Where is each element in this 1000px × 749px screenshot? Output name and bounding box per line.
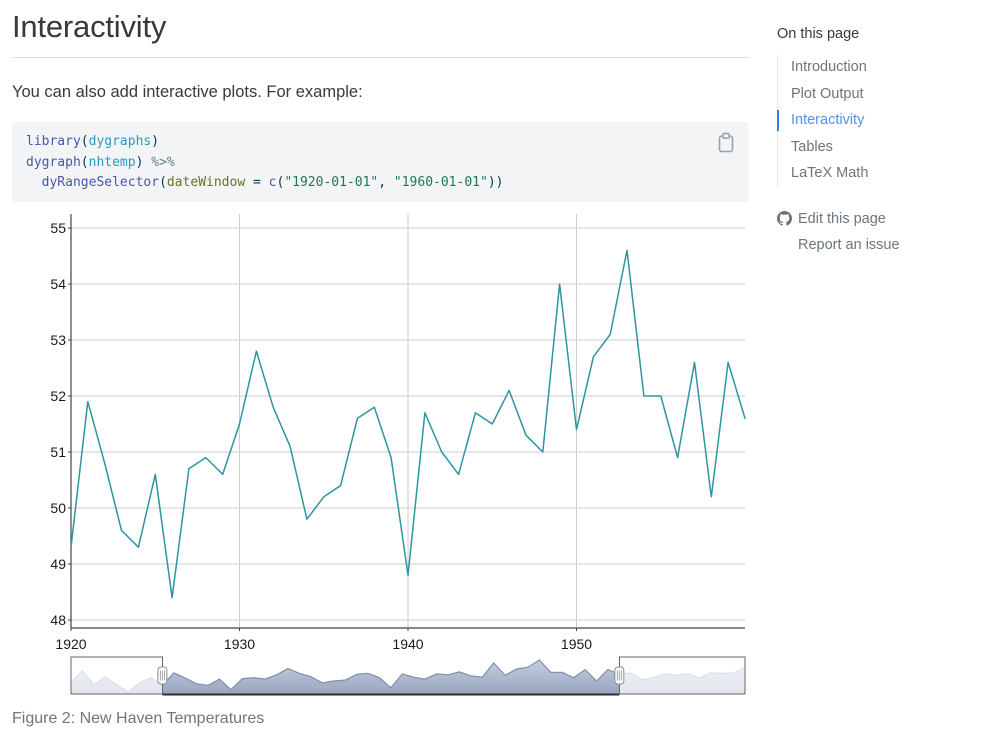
x-tick-label: 1940 bbox=[392, 636, 423, 652]
y-tick-label: 49 bbox=[50, 556, 66, 572]
title-divider bbox=[12, 57, 749, 58]
unselected-zone-right[interactable] bbox=[619, 657, 745, 694]
code-block: library(dygraphs)dygraph(nhtemp) %>% dyR… bbox=[12, 122, 749, 202]
y-tick-label: 51 bbox=[50, 444, 66, 460]
code-lines: library(dygraphs)dygraph(nhtemp) %>% dyR… bbox=[26, 132, 735, 194]
toc-item-introduction[interactable]: Introduction bbox=[791, 54, 992, 81]
toc-list: IntroductionPlot OutputInteractivityTabl… bbox=[777, 54, 992, 187]
unselected-zone-left[interactable] bbox=[71, 657, 162, 694]
toc-sidebar: On this page IntroductionPlot OutputInte… bbox=[777, 26, 992, 258]
x-tick-label: 1950 bbox=[561, 636, 592, 652]
report-an-issue-label: Report an issue bbox=[798, 232, 900, 258]
code-line: dyRangeSelector(dateWindow = c("1920-01-… bbox=[26, 173, 735, 194]
figure-caption: Figure 2: New Haven Temperatures bbox=[12, 710, 264, 728]
y-tick-label: 54 bbox=[50, 276, 66, 292]
line-chart-svg: 48 49 50 51 52 53 54 55 1920 1930 1940 1950 bbox=[0, 214, 760, 654]
intro-text: You can also add interactive plots. For … bbox=[12, 83, 363, 102]
y-tick-label: 53 bbox=[50, 332, 66, 348]
range-selector-svg bbox=[0, 653, 760, 701]
range-selector[interactable] bbox=[0, 653, 760, 701]
x-tick-label: 1930 bbox=[224, 636, 255, 652]
edit-this-page-link[interactable]: Edit this page bbox=[777, 206, 992, 232]
report-an-issue-link[interactable]: Report an issue bbox=[777, 232, 992, 258]
y-tick-label: 48 bbox=[50, 612, 66, 628]
y-tick-label: 55 bbox=[50, 220, 66, 236]
code-line: dygraph(nhtemp) %>% bbox=[26, 153, 735, 174]
clipboard-icon bbox=[716, 132, 736, 154]
toc-item-latex-math[interactable]: LaTeX Math bbox=[791, 160, 992, 187]
y-tick-label: 52 bbox=[50, 388, 66, 404]
toc-item-tables[interactable]: Tables bbox=[791, 134, 992, 161]
toc-heading: On this page bbox=[777, 26, 992, 42]
page-links: Edit this page Report an issue bbox=[777, 206, 992, 258]
x-tick-label: 1920 bbox=[55, 636, 86, 652]
dygraph-plot[interactable]: 48 49 50 51 52 53 54 55 1920 1930 1940 1950 bbox=[0, 214, 760, 654]
page-title: Interactivity bbox=[12, 9, 166, 45]
edit-this-page-label: Edit this page bbox=[798, 206, 886, 232]
toc-item-interactivity[interactable]: Interactivity bbox=[791, 107, 992, 134]
y-tick-label: 50 bbox=[50, 500, 66, 516]
toc-item-plot-output[interactable]: Plot Output bbox=[791, 81, 992, 108]
copy-code-button[interactable] bbox=[714, 131, 738, 157]
github-icon bbox=[777, 211, 792, 226]
code-line: library(dygraphs) bbox=[26, 132, 735, 153]
